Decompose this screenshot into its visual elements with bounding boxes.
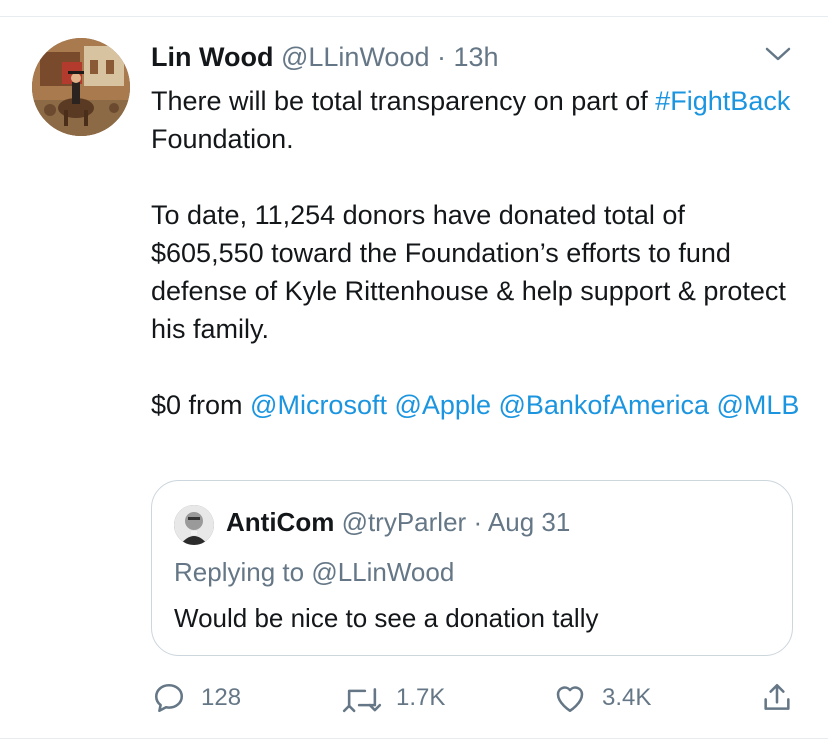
retweet-button[interactable]: 1.7K [342, 676, 445, 720]
chevron-down-icon[interactable] [764, 44, 792, 64]
quoted-author-handle: @tryParler [341, 507, 467, 537]
paragraph-text: $0 from [151, 390, 251, 420]
hashtag-link[interactable]: #FightBack [655, 86, 790, 116]
action-bar: 128 1.7K 3.4K [0, 676, 828, 720]
share-button[interactable] [760, 676, 794, 720]
paragraph-text: Foundation. [151, 124, 294, 154]
author-avatar[interactable] [32, 38, 130, 136]
quoted-date: Aug 31 [487, 507, 571, 537]
mention-link[interactable]: @BankofAmerica [498, 390, 709, 420]
author-name[interactable]: Lin Wood [151, 42, 273, 72]
tweet-paragraph-1: There will be total transparency on part… [151, 82, 801, 158]
reply-count: 128 [201, 684, 242, 711]
author-handle[interactable]: @LLinWood [281, 42, 430, 72]
reply-button[interactable]: 128 [151, 676, 241, 720]
retweet-count: 1.7K [396, 684, 446, 711]
tweet-body: There will be total transparency on part… [151, 82, 801, 424]
tweet-header: Lin Wood @LLinWood · 13h [151, 40, 499, 74]
mention-link[interactable]: @Microsoft [250, 390, 387, 420]
like-button[interactable]: 3.4K [552, 676, 651, 720]
quoted-text: Would be nice to see a donation tally [174, 603, 599, 633]
heart-icon [556, 686, 584, 713]
quoted-author-avatar[interactable] [174, 505, 214, 545]
quoted-author-name: AntiCom [226, 507, 335, 537]
replying-handle: @LLinWood [311, 557, 455, 587]
tweet-paragraph-2: To date, 11,254 donors have donated tota… [151, 200, 786, 344]
quoted-tweet[interactable]: AntiCom @tryParler · Aug 31 Replying to … [151, 480, 793, 656]
quoted-header: AntiCom @tryParler · Aug 31 [226, 505, 570, 539]
mention-link[interactable]: @Apple [395, 390, 491, 420]
paragraph-text: There will be total transparency on part… [151, 86, 656, 116]
top-divider [0, 16, 828, 17]
bottom-divider [0, 738, 828, 739]
retweet-icon [342, 688, 382, 713]
share-icon [764, 683, 790, 710]
mention-link[interactable]: @MLB [717, 390, 800, 420]
painting-image [32, 38, 130, 136]
portrait-image [174, 505, 214, 545]
tweet-paragraph-3: $0 from @Microsoft @Apple @BankofAmerica… [151, 386, 801, 424]
tweet-time[interactable]: 13h [454, 42, 499, 72]
like-count: 3.4K [602, 684, 652, 711]
replying-prefix: Replying to [174, 557, 312, 587]
quoted-separator: · [473, 507, 483, 537]
replying-to: Replying to @LLinWood [174, 555, 454, 589]
meta-separator: · [437, 42, 446, 72]
reply-icon [154, 683, 184, 713]
